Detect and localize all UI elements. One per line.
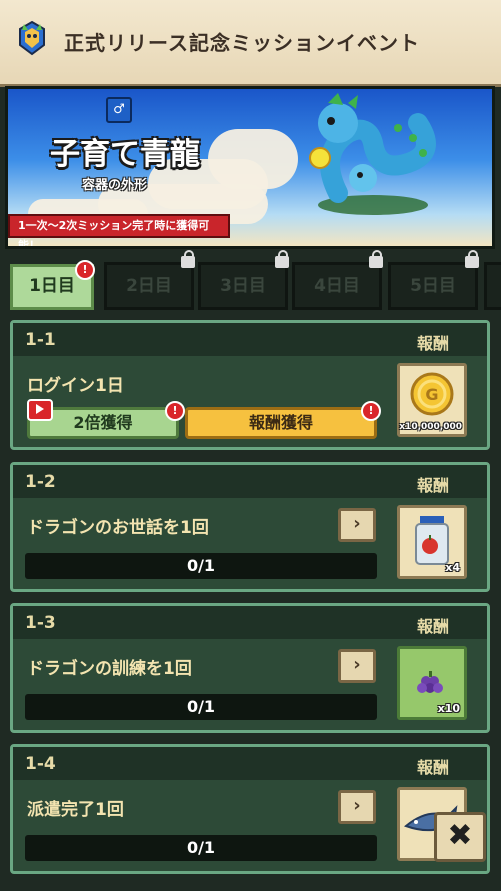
reward-slot[interactable]: x10 bbox=[397, 646, 467, 720]
mission-number: 1-4 bbox=[25, 754, 56, 774]
reward-quantity: x4 bbox=[445, 561, 460, 574]
tab-label: 5日目 bbox=[410, 276, 456, 296]
tab-day-1[interactable]: 1日目 ! bbox=[10, 260, 95, 310]
blue-dragon-illustration bbox=[309, 93, 436, 215]
mission-progress-bar: 0/1 bbox=[25, 835, 377, 861]
dragon-emblem-icon bbox=[19, 20, 45, 56]
lock-icon bbox=[181, 250, 195, 268]
header-bar: 正式リリース記念ミッションイベント bbox=[0, 0, 501, 87]
mission-progress-bar: 0/1 bbox=[25, 553, 377, 579]
mission-number: 1-2 bbox=[25, 472, 56, 492]
reward-quantity: x10,000,000 bbox=[399, 422, 462, 432]
reward-label: 報酬 bbox=[416, 334, 449, 353]
mission-card-1-2: 1-2 報酬 ドラゴンのお世話を1回 › 0/1 x4 bbox=[10, 462, 490, 592]
go-arrow-button[interactable]: › bbox=[338, 508, 376, 542]
tab-label: 1日目 bbox=[29, 276, 75, 296]
mission-text: ドラゴンの訓練を1回 bbox=[27, 659, 192, 679]
mission-text: ドラゴンのお世話を1回 bbox=[27, 518, 209, 538]
lock-icon bbox=[465, 250, 479, 268]
mission-number: 1-3 bbox=[25, 613, 56, 633]
gold-coin-icon: G bbox=[410, 372, 454, 416]
close-button[interactable]: ✖ bbox=[434, 812, 486, 862]
condition-ribbon: 1一次～2次ミッション完了時に獲得可能！ bbox=[8, 214, 230, 246]
banner-dragon-name: 子育て青龍 bbox=[50, 137, 200, 172]
mission-card-1-1: 1-1 報酬 ログイン1日 2倍獲得 ! 報酬獲得 ! G x10,000,00… bbox=[10, 320, 490, 450]
male-gender-icon: ♂ bbox=[106, 97, 132, 123]
lock-icon bbox=[369, 250, 383, 268]
tab-label: 4日目 bbox=[314, 276, 360, 296]
mission-progress-bar: 0/1 bbox=[25, 694, 377, 720]
banner-subtitle: 容器の外形 bbox=[82, 178, 148, 193]
mission-text: 派遣完了1回 bbox=[27, 800, 124, 820]
tab-day-3[interactable]: 3日目 bbox=[198, 250, 289, 310]
alert-badge-icon: ! bbox=[361, 401, 381, 421]
tab-label: 2日目 bbox=[126, 276, 172, 296]
go-arrow-button[interactable]: › bbox=[338, 790, 376, 824]
svg-text:G: G bbox=[425, 385, 438, 404]
page-title: 正式リリース記念ミッションイベント bbox=[64, 31, 420, 55]
mission-card-1-3: 1-3 報酬 ドラゴンの訓練を1回 › 0/1 x10 bbox=[10, 603, 490, 733]
reward-label: 報酬 bbox=[416, 476, 449, 495]
alert-badge-icon: ! bbox=[165, 401, 185, 421]
mission-text: ログイン1日 bbox=[27, 376, 124, 396]
reward-slot[interactable]: G x10,000,000 bbox=[397, 363, 467, 437]
card-header-strip bbox=[13, 747, 487, 780]
tab-day-5[interactable]: 5日目 bbox=[388, 250, 479, 310]
go-arrow-button[interactable]: › bbox=[338, 649, 376, 683]
event-banner: ♂ 子育て青龍 容器の外形 1一次～2次ミッション完了時に獲得可能！ bbox=[5, 86, 495, 249]
tab-day-4[interactable]: 4日目 bbox=[292, 250, 383, 310]
card-header-strip bbox=[13, 323, 487, 356]
tab-day-2[interactable]: 2日目 bbox=[104, 250, 195, 310]
claim-reward-button[interactable]: 報酬獲得 bbox=[185, 407, 377, 439]
lock-icon bbox=[275, 250, 289, 268]
reward-slot[interactable]: x4 bbox=[397, 505, 467, 579]
card-header-strip bbox=[13, 465, 487, 498]
video-ad-icon bbox=[27, 399, 53, 421]
reward-label: 報酬 bbox=[416, 617, 449, 636]
tab-label: 3日目 bbox=[220, 276, 266, 296]
reward-quantity: x10 bbox=[437, 702, 460, 715]
mission-card-1-4: 1-4 報酬 派遣完了1回 › 0/1 bbox=[10, 744, 490, 874]
reward-label: 報酬 bbox=[416, 758, 449, 777]
card-header-strip bbox=[13, 606, 487, 639]
tab-day-6-partial[interactable] bbox=[484, 262, 501, 310]
mission-number: 1-1 bbox=[25, 330, 56, 350]
alert-badge-icon: ! bbox=[75, 260, 95, 280]
